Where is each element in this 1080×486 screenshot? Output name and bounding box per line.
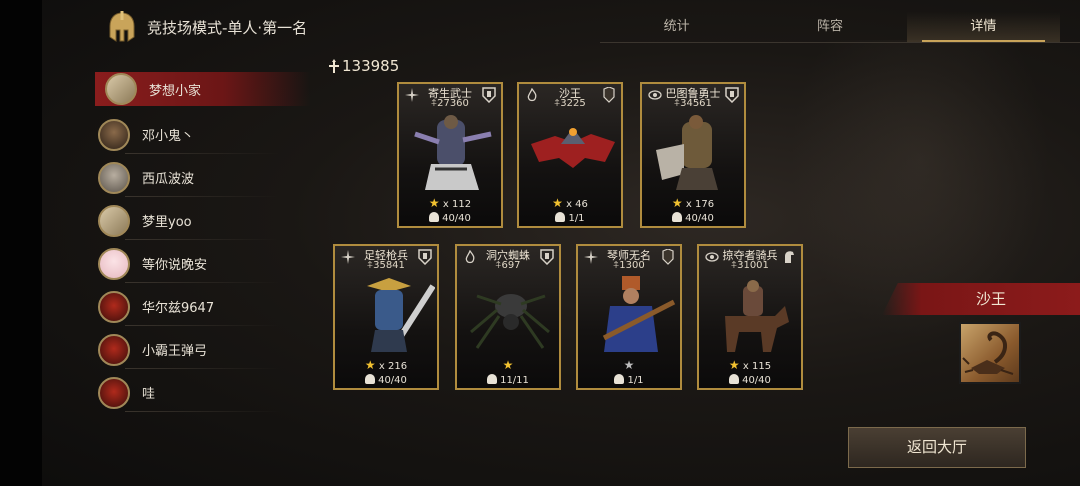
header: 竞技场模式-单人·第一名	[105, 10, 307, 44]
helmet-icon	[487, 374, 498, 384]
player-item[interactable]: 梦里yoo	[95, 199, 310, 242]
helmet-icon	[614, 374, 625, 384]
unit-portrait	[656, 115, 718, 190]
unit-card[interactable]: 洞穴蜘蛛 ⍏697 ★ 11/11	[455, 244, 561, 390]
unit-power: ⍏3225	[554, 98, 586, 109]
left-black-bar	[0, 0, 42, 486]
unit-stars: ★	[578, 358, 680, 372]
helmet-icon	[429, 212, 440, 222]
player-name: 邓小鬼丶	[142, 129, 195, 144]
unit-troops: 40/40	[335, 374, 437, 386]
unit-stars: ★ x 112	[428, 196, 472, 210]
unit-portrait	[414, 115, 492, 190]
total-power-value: 133985	[342, 57, 400, 75]
helmet-icon	[729, 374, 740, 384]
unit-card[interactable]: 巴图鲁勇士 ⍏34561 ★ x 176 40/40	[640, 82, 746, 228]
unit-power: ⍏34561	[674, 98, 712, 109]
avatar	[98, 247, 130, 280]
page-title: 竞技场模式-单人·第一名	[147, 18, 308, 37]
star-icon: ★	[502, 358, 514, 372]
tab-lineup[interactable]: 阵容	[753, 12, 906, 42]
unit-troops: 40/40	[642, 212, 744, 224]
tab-divider	[600, 42, 1080, 43]
unit-power: ⍏697	[495, 260, 521, 271]
return-lobby-button[interactable]: 返回大厅	[848, 427, 1026, 468]
unit-stars: ★ x 115	[728, 358, 772, 372]
unit-stars: ★ x 46	[552, 196, 588, 210]
unit-portrait	[470, 294, 550, 349]
player-item[interactable]: 西瓜波波	[95, 156, 310, 199]
spartan-helmet-icon	[109, 11, 135, 42]
player-item[interactable]: 梦想小家	[95, 72, 310, 106]
player-item[interactable]: 哇	[95, 371, 310, 414]
power-icon	[329, 59, 339, 73]
unit-card[interactable]: 掠夺者骑兵 ⍏31001 ★ x 115 40/40	[697, 244, 803, 390]
player-name: 哇	[142, 387, 156, 402]
unit-troops: 11/11	[457, 374, 559, 386]
tab-stats[interactable]: 统计	[600, 12, 753, 42]
tab-details[interactable]: 详情	[906, 12, 1060, 42]
unit-portrait	[531, 128, 615, 168]
player-name: 西瓜波波	[142, 172, 195, 187]
player-name: 华尔兹9647	[142, 301, 215, 316]
player-list: 梦想小家 邓小鬼丶 西瓜波波 梦里yoo 等你说晚安 华尔兹9647 小霸王弹弓…	[95, 70, 310, 414]
helmet-icon	[365, 374, 376, 384]
unit-portrait	[367, 278, 435, 352]
unit-power: ⍏35841	[367, 260, 405, 271]
unit-card[interactable]: 足轻枪兵 ⍏35841 ★ x 216 40/40	[333, 244, 439, 390]
player-name: 等你说晚安	[142, 258, 208, 273]
player-item[interactable]: 等你说晚安	[95, 242, 310, 285]
star-icon: ★	[428, 196, 440, 210]
unit-power: ⍏31001	[731, 260, 769, 271]
scorpion-icon	[962, 331, 1014, 375]
selected-unit-thumbnail[interactable]	[959, 322, 1021, 384]
unit-stars: ★ x 216	[364, 358, 408, 372]
unit-power: ⍏1300	[613, 260, 645, 271]
player-name: 梦想小家	[149, 83, 202, 99]
unit-portrait	[725, 280, 789, 352]
avatar	[98, 118, 130, 151]
total-power: 133985	[328, 57, 399, 75]
star-icon: ★	[728, 358, 740, 372]
star-icon: ★	[623, 358, 635, 372]
avatar	[98, 333, 130, 366]
avatar	[98, 376, 130, 409]
player-item[interactable]: 邓小鬼丶	[95, 113, 310, 156]
unit-troops: 40/40	[399, 212, 501, 224]
unit-power: ⍏27360	[431, 98, 469, 109]
unit-troops: 40/40	[699, 374, 801, 386]
avatar	[98, 204, 130, 237]
unit-stars: ★	[457, 358, 559, 372]
player-name: 小霸王弹弓	[142, 344, 208, 359]
tab-bar: 统计 阵容 详情	[600, 12, 1060, 42]
unit-card[interactable]: 沙王 ⍏3225 ★ x 46 1/1	[517, 82, 623, 228]
unit-card[interactable]: 寄生武士 ⍏27360 ★ x 112 40/40	[397, 82, 503, 228]
player-item[interactable]: 小霸王弹弓	[95, 328, 310, 371]
helmet-icon	[672, 212, 683, 222]
helmet-icon	[555, 212, 566, 222]
unit-stars: ★ x 176	[671, 196, 715, 210]
star-icon: ★	[552, 196, 563, 210]
star-icon: ★	[364, 358, 376, 372]
unit-card[interactable]: 琴师无名 ⍏1300 ★ 1/1	[576, 244, 682, 390]
avatar	[98, 290, 130, 323]
unit-portrait	[602, 276, 676, 352]
player-name: 梦里yoo	[142, 215, 192, 230]
avatar	[98, 161, 130, 194]
star-icon: ★	[671, 196, 683, 210]
player-item[interactable]: 华尔兹9647	[95, 285, 310, 328]
unit-troops: 1/1	[578, 374, 680, 386]
avatar	[105, 73, 137, 105]
unit-troops: 1/1	[519, 212, 621, 224]
selected-unit-name: 沙王	[975, 290, 1006, 308]
